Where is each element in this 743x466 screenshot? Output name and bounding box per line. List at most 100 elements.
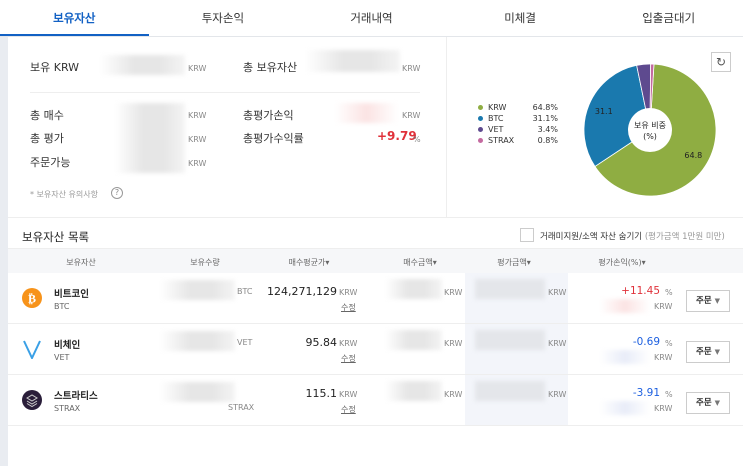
divider	[446, 37, 447, 217]
tab-open-orders[interactable]: 미체결	[446, 0, 595, 36]
total-assets-label: 총 보유자산	[243, 61, 298, 74]
stratis-icon	[22, 390, 42, 410]
legend-swatch	[478, 127, 483, 132]
unit: KRW	[654, 353, 673, 362]
legend-value: 3.4%	[537, 125, 558, 134]
coin-name[interactable]: 스트라티스	[54, 388, 98, 402]
tab-holdings[interactable]: 보유자산	[0, 0, 149, 36]
buy-amount-blurred	[385, 330, 442, 350]
legend-swatch	[478, 116, 483, 121]
coin-name[interactable]: 비체인	[54, 337, 80, 351]
order-button[interactable]: 주문 ▼	[686, 341, 730, 363]
legend-name: VET	[488, 125, 504, 134]
hide-small-assets-label[interactable]: 거래미지원/소액 자산 숨기기 (평가금액 1만원 미만)	[540, 230, 725, 242]
pl-amount-blurred	[600, 401, 650, 415]
values-blurred	[115, 103, 185, 173]
coin-symbol: STRAX	[54, 404, 81, 413]
unit: KRW	[402, 64, 421, 73]
divider	[30, 92, 420, 93]
eval-amount-blurred	[475, 381, 545, 401]
vechain-icon	[23, 340, 41, 361]
unit: KRW	[654, 404, 673, 413]
help-icon[interactable]: ?	[111, 187, 123, 199]
order-label: 주문	[696, 347, 712, 357]
legend-name: STRAX	[488, 136, 515, 145]
unit: KRW	[188, 159, 207, 168]
tab-transactions[interactable]: 거래내역	[297, 0, 446, 36]
col-eval-amount[interactable]: 평가금액▾	[497, 257, 530, 268]
legend-item: KRW 64.8%	[478, 103, 558, 112]
edit-avg-price-link[interactable]: 수정	[341, 302, 356, 313]
pl-amount-blurred	[600, 299, 650, 313]
chart-legend: KRW 64.8% BTC 31.1% VET 3.4% STRAX 0.8%	[478, 103, 558, 147]
tab-investment-pl[interactable]: 투자손익	[149, 0, 298, 36]
krw-label: 보유 KRW	[30, 61, 80, 74]
unit: KRW	[188, 111, 207, 120]
buy-amount-blurred	[385, 381, 442, 401]
quantity-blurred	[160, 280, 235, 300]
unit: KRW	[548, 288, 567, 297]
unit: KRW	[188, 64, 207, 73]
col-avg-price[interactable]: 매수평균가▾	[289, 257, 330, 268]
legend-name: KRW	[488, 103, 507, 112]
coin-icon: ₿	[22, 288, 42, 311]
pie-data-label: 64.8	[684, 151, 702, 160]
unit: KRW	[339, 390, 358, 399]
tab-bar: 보유자산 투자손익 거래내역 미체결 입출금대기	[0, 0, 743, 37]
pie-center	[628, 108, 672, 152]
legend-value: 31.1%	[532, 114, 558, 123]
quantity-blurred	[160, 382, 235, 402]
chevron-down-icon: ▼	[714, 399, 720, 407]
tab-deposit-pending[interactable]: 입출금대기	[594, 0, 743, 36]
coin-symbol: BTC	[54, 302, 70, 311]
legend-swatch	[478, 105, 483, 110]
edit-avg-price-link[interactable]: 수정	[341, 353, 356, 364]
col-quantity: 보유수량	[190, 258, 220, 267]
list-title: 보유자산 목록	[22, 230, 90, 244]
pie-center-label: (%)	[643, 132, 657, 141]
percent-unit: %	[665, 390, 673, 399]
unit: KRW	[444, 339, 463, 348]
unit: KRW	[402, 111, 421, 120]
holdings-notice: * 보유자산 유의사항	[30, 190, 98, 199]
hide-small-assets-checkbox[interactable]	[520, 228, 534, 242]
percent-unit: %	[413, 135, 421, 144]
buy-amount-blurred	[385, 279, 442, 299]
eval-amount-blurred	[475, 330, 545, 350]
svg-text:₿: ₿	[28, 292, 36, 306]
order-button[interactable]: 주문 ▼	[686, 290, 730, 312]
percent-unit: %	[665, 288, 673, 297]
pl-rate: +11.45	[621, 285, 660, 297]
unit: KRW	[548, 339, 567, 348]
percent-unit: %	[665, 339, 673, 348]
legend-swatch	[478, 138, 483, 143]
table-header: 보유자산 보유수량 매수평균가▾ 매수금액▾ 평가금액▾ 평가손익(%)▾	[8, 248, 743, 273]
col-buy-amount[interactable]: 매수금액▾	[403, 257, 436, 268]
total-pl-blurred	[335, 103, 398, 123]
pl-amount-blurred	[600, 350, 650, 364]
order-button[interactable]: 주문 ▼	[686, 392, 730, 414]
total-buy-label: 총 매수	[30, 109, 64, 122]
order-label: 주문	[696, 398, 712, 408]
chevron-down-icon: ▼	[714, 348, 720, 356]
unit: KRW	[548, 390, 567, 399]
coin-name[interactable]: 비트코인	[54, 286, 89, 300]
legend-item: STRAX 0.8%	[478, 136, 558, 145]
col-pl-rate[interactable]: 평가손익(%)▾	[598, 257, 645, 268]
unit: KRW	[188, 135, 207, 144]
legend-item: VET 3.4%	[478, 125, 558, 134]
pl-rate: -3.91	[632, 387, 660, 399]
avg-price: 124,271,129	[267, 285, 337, 298]
total-rate-value: +9.79	[377, 129, 417, 143]
chevron-down-icon: ▼	[714, 297, 720, 305]
total-rate-label: 총평가수익률	[243, 132, 304, 145]
pie-chart: 64.8 31.1 보유 비중 (%)	[583, 63, 717, 197]
edit-avg-price-link[interactable]: 수정	[341, 404, 356, 415]
divider	[8, 217, 743, 218]
total-eval-label: 총 평가	[30, 132, 64, 145]
legend-item: BTC 31.1%	[478, 114, 558, 123]
hide-label: 거래미지원/소액 자산 숨기기	[540, 232, 643, 242]
orderable-label: 주문가능	[30, 156, 71, 169]
legend-name: BTC	[488, 114, 504, 123]
left-gutter	[0, 36, 8, 466]
